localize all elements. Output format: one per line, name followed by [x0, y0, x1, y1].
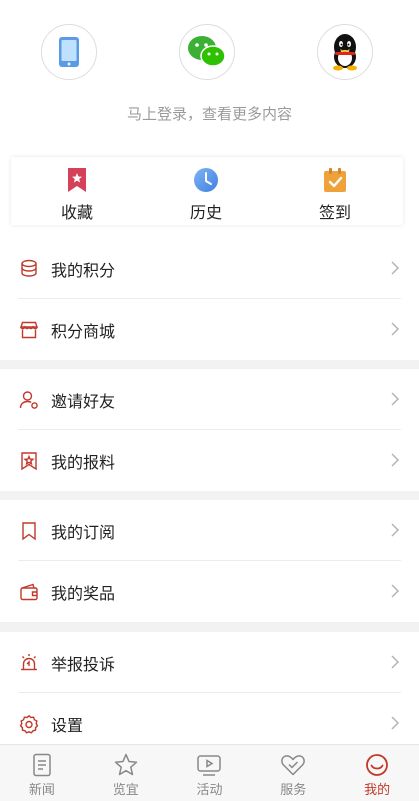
subscription-bookmark-icon	[18, 520, 40, 542]
nav-services[interactable]: 服务	[251, 745, 335, 801]
wechat-icon	[188, 36, 226, 67]
store-icon	[18, 319, 40, 341]
menu-group-subscriptions: 我的订阅 我的奖品	[0, 500, 419, 622]
qq-icon	[333, 34, 357, 71]
menu-item-settings[interactable]: 设置	[0, 693, 419, 744]
nav-activities[interactable]: 活动	[168, 745, 252, 801]
menu-item-label: 我的报料	[51, 452, 116, 472]
favorite-bookmark-icon	[68, 168, 86, 192]
coins-icon	[18, 258, 40, 280]
chevron-right-icon	[391, 453, 400, 467]
star-icon	[114, 753, 137, 776]
phone-login-button[interactable]	[41, 24, 97, 80]
menu-group-social: 邀请好友 我的报料	[0, 369, 419, 491]
news-icon	[33, 753, 51, 777]
menu-item-my-tips[interactable]: 我的报料	[0, 430, 419, 491]
menu-item-my-prizes[interactable]: 我的奖品	[0, 561, 419, 622]
chevron-right-icon	[391, 322, 400, 336]
nav-label: 新闻	[28, 783, 55, 798]
chevron-right-icon	[391, 716, 400, 730]
nav-label: 活动	[196, 783, 223, 798]
phone-icon	[59, 37, 79, 67]
chevron-right-icon	[391, 523, 400, 537]
menu-group-misc: 举报投诉 设置	[0, 632, 419, 744]
alarm-report-icon	[18, 652, 40, 674]
menu-group-points: 我的积分 积分商城	[0, 238, 419, 360]
favorites-button[interactable]: 收藏	[37, 167, 117, 223]
menu-item-my-subscriptions[interactable]: 我的订阅	[0, 500, 419, 561]
chevron-right-icon	[391, 655, 400, 669]
history-button[interactable]: 历史	[166, 167, 246, 223]
qq-login-button[interactable]	[317, 24, 373, 80]
sign-in-calendar-icon	[324, 168, 346, 192]
menu-item-label: 我的订阅	[51, 522, 116, 542]
nav-label: 服务	[280, 783, 307, 798]
nav-news[interactable]: 新闻	[0, 745, 84, 801]
menu-item-label: 举报投诉	[51, 654, 116, 674]
nav-label: 览宜	[112, 783, 139, 798]
menu-item-label: 积分商城	[51, 321, 116, 341]
sign-in-button[interactable]: 签到	[295, 167, 375, 223]
menu-item-my-points[interactable]: 我的积分	[0, 238, 419, 299]
chevron-right-icon	[391, 261, 400, 275]
menu-item-invite-friends[interactable]: 邀请好友	[0, 369, 419, 430]
wallet-prize-icon	[18, 581, 40, 603]
chevron-right-icon	[391, 584, 400, 598]
menu-item-points-mall[interactable]: 积分商城	[0, 299, 419, 360]
bottom-nav: 新闻 览宜 活动 服务 我的	[0, 744, 419, 801]
history-label: 历史	[189, 203, 222, 222]
heart-check-icon	[281, 755, 306, 776]
menu-item-report-complaint[interactable]: 举报投诉	[0, 632, 419, 693]
nav-label: 我的	[364, 783, 391, 798]
quick-actions-card: 收藏 历史 签到	[11, 157, 403, 225]
tv-play-icon	[197, 755, 222, 776]
profile-smile-icon	[366, 754, 388, 776]
sign-in-label: 签到	[318, 203, 351, 222]
login-panel: 马上登录，查看更多内容 收藏 历史 签到	[0, 0, 419, 238]
report-tip-icon	[18, 450, 40, 472]
nav-mine[interactable]: 我的	[335, 745, 419, 801]
chevron-right-icon	[391, 392, 400, 406]
menu-item-label: 设置	[51, 715, 84, 735]
nav-browse[interactable]: 览宜	[84, 745, 168, 801]
favorites-label: 收藏	[60, 203, 93, 222]
settings-gear-icon	[18, 713, 40, 735]
invite-user-icon	[18, 389, 40, 411]
wechat-login-button[interactable]	[179, 24, 235, 80]
menu-item-label: 邀请好友	[51, 391, 116, 411]
menu-item-label: 我的奖品	[51, 583, 116, 603]
menu-item-label: 我的积分	[51, 260, 116, 280]
history-clock-icon	[194, 168, 218, 192]
login-hint[interactable]: 马上登录，查看更多内容	[0, 103, 419, 124]
